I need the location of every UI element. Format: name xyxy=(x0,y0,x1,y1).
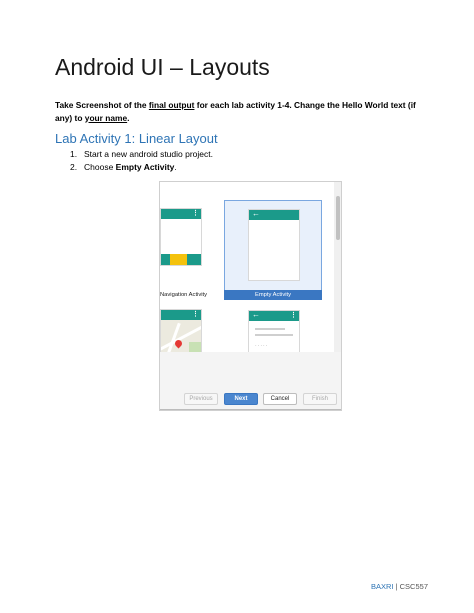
step-text-end: . xyxy=(174,162,177,172)
more-vert-icon: ⋮ xyxy=(290,312,297,319)
step-item: 1. Start a new android studio project. xyxy=(70,148,213,161)
instructions-paragraph: Take Screenshot of the final output for … xyxy=(55,99,425,124)
template-empty-activity-preview: ← xyxy=(248,209,300,281)
template-gallery: ⋮ Navigation Activity ← Empty Activity ⋮ xyxy=(160,182,334,352)
form-line xyxy=(255,328,285,330)
previous-button[interactable]: Previous xyxy=(184,393,218,405)
dialog-bottom-edge xyxy=(160,409,341,410)
more-vert-icon: ⋮ xyxy=(192,311,199,318)
bottom-nav-highlight xyxy=(170,254,187,265)
section-heading: Lab Activity 1: Linear Layout xyxy=(55,131,218,146)
page-footer: BAXRI | CSC557 xyxy=(371,582,428,591)
template-label-navigation: Navigation Activity xyxy=(160,292,208,298)
template-maps-activity[interactable]: ⋮ xyxy=(160,309,202,352)
instructions-your-name: your name xyxy=(84,112,128,123)
template-appbar: ⋮ xyxy=(161,209,201,219)
step-item: 2. Choose Empty Activity. xyxy=(70,161,213,174)
page-title: Android UI – Layouts xyxy=(55,54,270,80)
template-appbar: ← ⋮ xyxy=(249,311,299,321)
template-form-activity[interactable]: ← ⋮ ····· xyxy=(248,310,300,352)
template-appbar: ← xyxy=(249,210,299,220)
footer-course: CSC557 xyxy=(399,582,428,591)
next-button[interactable]: Next xyxy=(224,393,258,405)
step-text: Choose xyxy=(84,162,116,172)
steps-list: 1. Start a new android studio project. 2… xyxy=(70,148,213,174)
more-vert-icon: ⋮ xyxy=(192,210,199,217)
step-text-bold: Empty Activity xyxy=(115,162,175,172)
finish-button[interactable]: Finish xyxy=(303,393,337,405)
instructions-text-1: Take Screenshot of the xyxy=(55,100,149,110)
scrollbar-thumb[interactable] xyxy=(336,196,340,240)
form-dots: ····· xyxy=(255,343,269,349)
step-number: 1. xyxy=(70,149,78,159)
map-park xyxy=(189,342,201,352)
cancel-button[interactable]: Cancel xyxy=(263,393,297,405)
step-number: 2. xyxy=(70,162,78,172)
footer-author: BAXRI xyxy=(371,582,394,591)
step-text: Start a new android studio project. xyxy=(84,149,213,159)
map-preview xyxy=(161,320,201,352)
template-label-empty: Empty Activity xyxy=(224,290,322,300)
instructions-text-3: . xyxy=(127,112,130,123)
new-project-dialog-screenshot: ⋮ Navigation Activity ← Empty Activity ⋮ xyxy=(159,181,342,411)
arrow-left-icon: ← xyxy=(252,310,260,319)
map-pin-icon xyxy=(173,338,184,349)
template-navigation-activity[interactable]: ⋮ xyxy=(160,208,202,266)
form-line xyxy=(255,334,293,336)
instructions-final-output: final output xyxy=(148,100,195,110)
arrow-left-icon: ← xyxy=(252,209,260,218)
template-appbar: ⋮ xyxy=(161,310,201,320)
